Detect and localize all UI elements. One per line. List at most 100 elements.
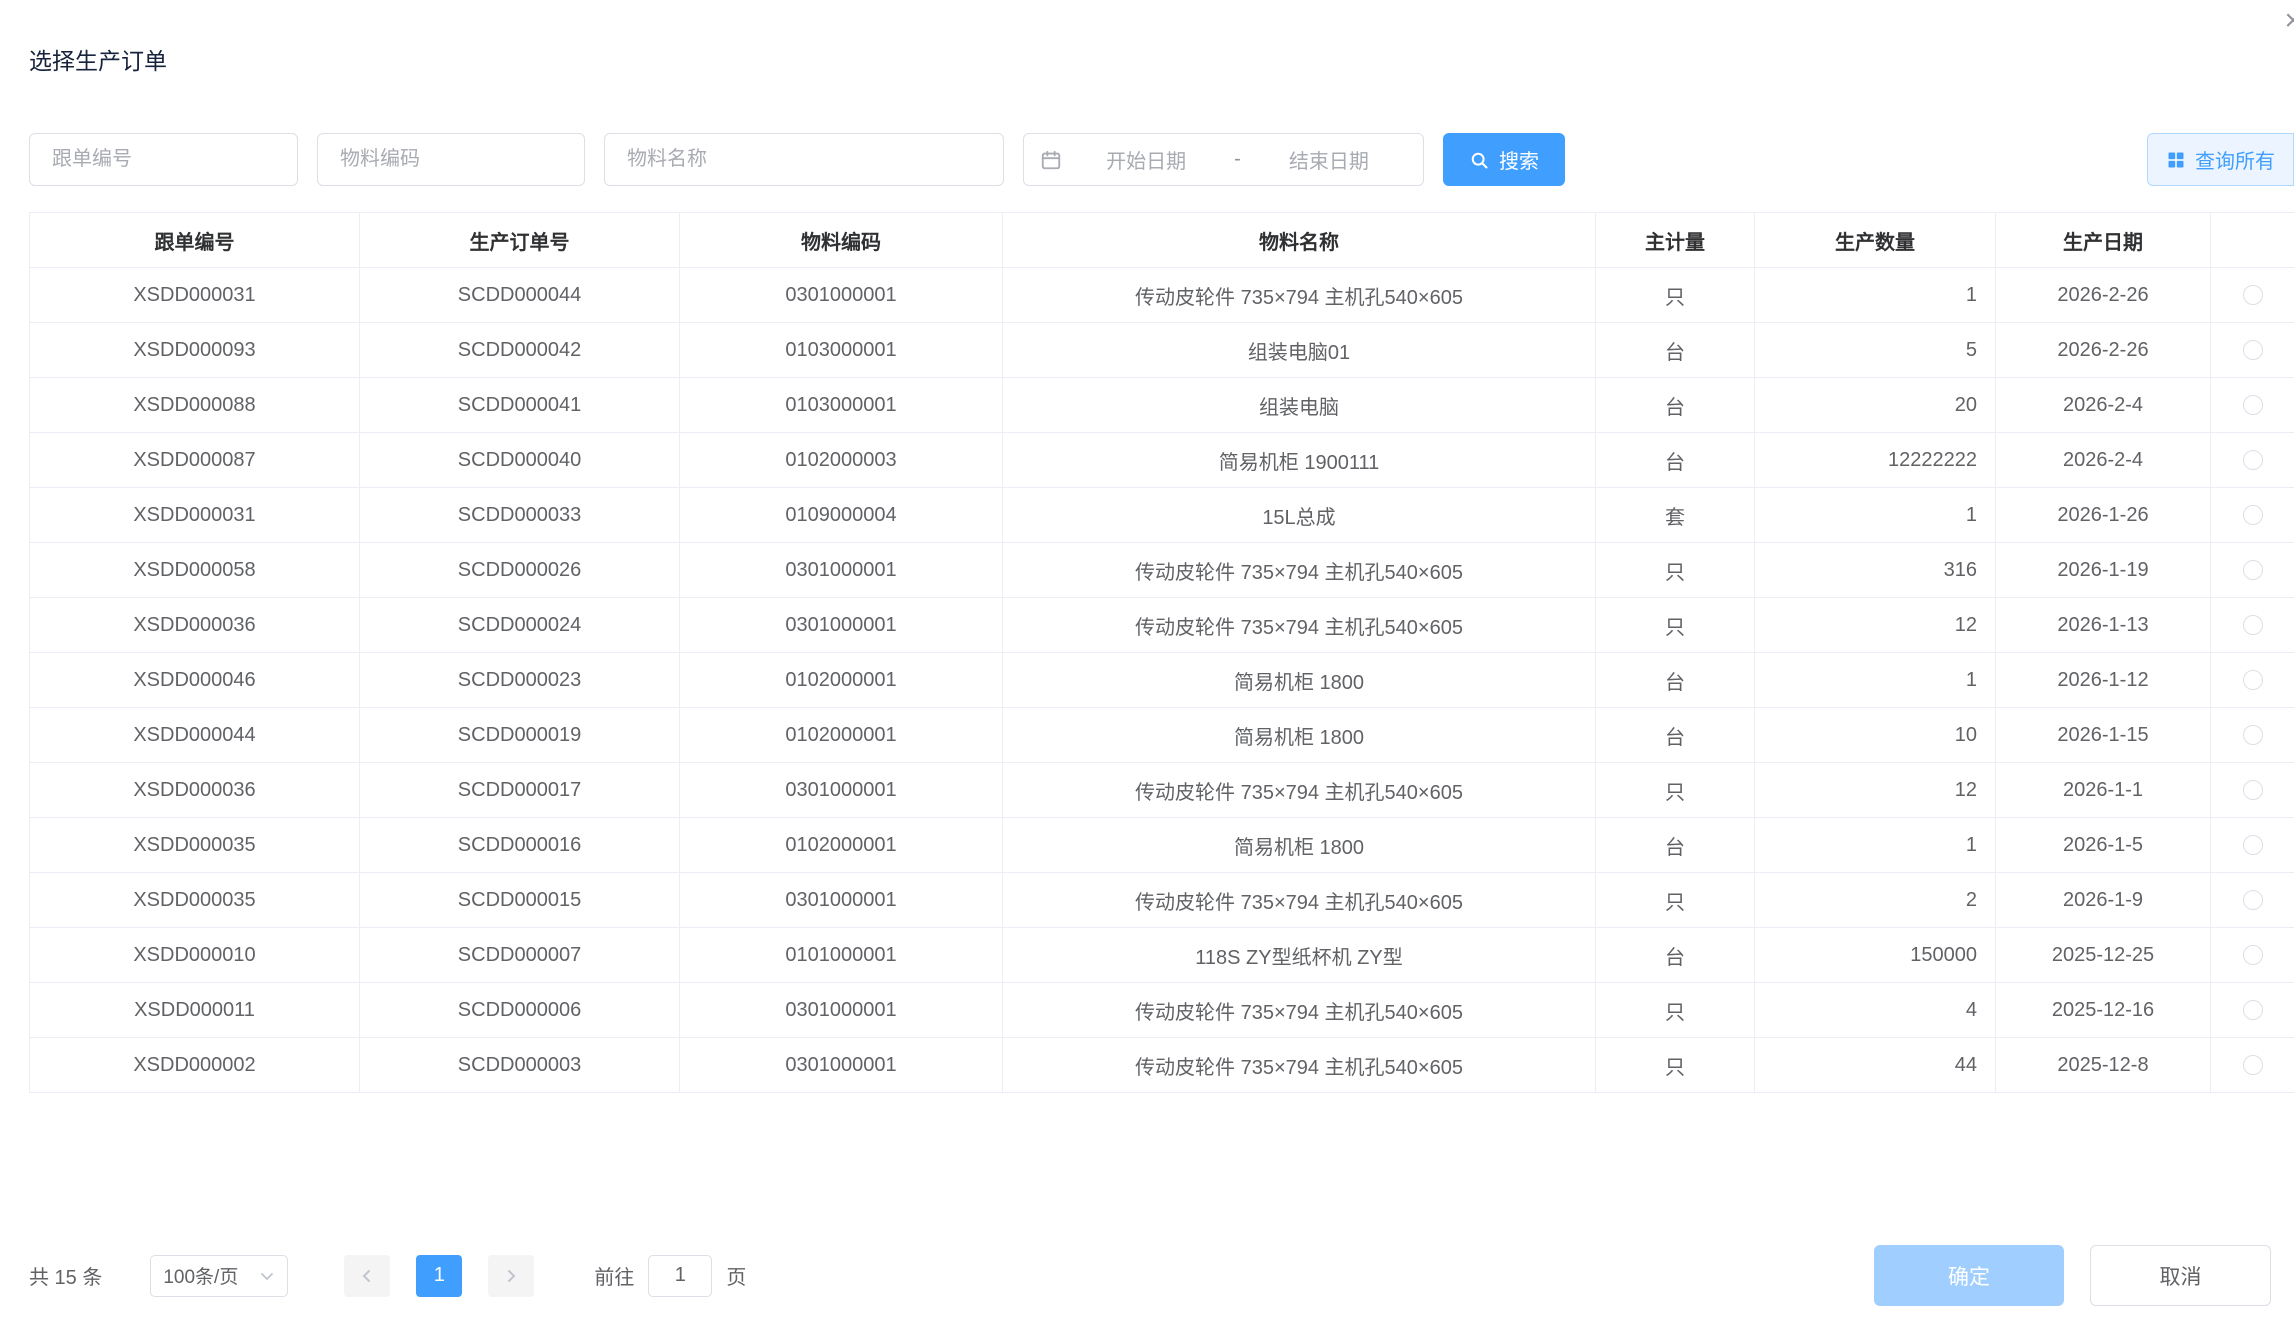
query-all-button[interactable]: 查询所有 xyxy=(2147,133,2294,186)
cell-order-no: XSDD000035 xyxy=(30,818,360,873)
search-button[interactable]: 搜索 xyxy=(1443,133,1565,186)
radio-cell xyxy=(2211,378,2294,433)
table-row[interactable]: XSDD000035SCDD0000160102000001简易机柜 1800台… xyxy=(30,818,2294,873)
material-name-input[interactable] xyxy=(604,133,1004,186)
cell-prod-order-no: SCDD000023 xyxy=(360,653,680,708)
cell-material-name: 传动皮轮件 735×794 主机孔540×605 xyxy=(1003,1038,1596,1093)
row-select-radio[interactable] xyxy=(2243,835,2263,855)
radio-cell xyxy=(2211,983,2294,1038)
cell-material-name: 15L总成 xyxy=(1003,488,1596,543)
cell-order-no: XSDD000010 xyxy=(30,928,360,983)
confirm-button[interactable]: 确定 xyxy=(1874,1245,2064,1306)
cell-date: 2026-2-4 xyxy=(1996,433,2211,488)
cell-material-name: 组装电脑01 xyxy=(1003,323,1596,378)
cell-prod-order-no: SCDD000026 xyxy=(360,543,680,598)
cell-qty: 1 xyxy=(1755,818,1996,873)
cell-date: 2026-2-26 xyxy=(1996,323,2211,378)
table-row[interactable]: XSDD000002SCDD0000030301000001传动皮轮件 735×… xyxy=(30,1038,2294,1093)
cell-date: 2026-1-26 xyxy=(1996,488,2211,543)
cell-material-name: 传动皮轮件 735×794 主机孔540×605 xyxy=(1003,598,1596,653)
page-number-1[interactable]: 1 xyxy=(416,1255,462,1297)
cell-order-no: XSDD000036 xyxy=(30,598,360,653)
radio-cell xyxy=(2211,323,2294,378)
table-row[interactable]: XSDD000031SCDD0000440301000001传动皮轮件 735×… xyxy=(30,268,2294,323)
row-select-radio[interactable] xyxy=(2243,890,2263,910)
cell-unit: 台 xyxy=(1596,708,1755,763)
row-select-radio[interactable] xyxy=(2243,340,2263,360)
cell-date: 2026-1-12 xyxy=(1996,653,2211,708)
table-row[interactable]: XSDD000036SCDD0000170301000001传动皮轮件 735×… xyxy=(30,763,2294,818)
cell-date: 2026-1-15 xyxy=(1996,708,2211,763)
cell-date: 2025-12-16 xyxy=(1996,983,2211,1038)
row-select-radio[interactable] xyxy=(2243,945,2263,965)
row-select-radio[interactable] xyxy=(2243,670,2263,690)
chevron-down-icon xyxy=(259,1268,275,1284)
row-select-radio[interactable] xyxy=(2243,1055,2263,1075)
cell-qty: 150000 xyxy=(1755,928,1996,983)
row-select-radio[interactable] xyxy=(2243,560,2263,580)
cell-unit: 只 xyxy=(1596,598,1755,653)
chevron-left-icon xyxy=(359,1268,375,1284)
cell-prod-order-no: SCDD000044 xyxy=(360,268,680,323)
cell-prod-order-no: SCDD000003 xyxy=(360,1038,680,1093)
cell-qty: 1 xyxy=(1755,268,1996,323)
prev-page-button[interactable] xyxy=(344,1255,390,1297)
cell-prod-order-no: SCDD000033 xyxy=(360,488,680,543)
row-select-radio[interactable] xyxy=(2243,1000,2263,1020)
order-table-header-row: 跟单编号生产订单号物料编码物料名称主计量生产数量生产日期 xyxy=(30,213,2294,268)
next-page-button[interactable] xyxy=(488,1255,534,1297)
row-select-radio[interactable] xyxy=(2243,780,2263,800)
table-row[interactable]: XSDD000036SCDD0000240301000001传动皮轮件 735×… xyxy=(30,598,2294,653)
radio-column-header xyxy=(2211,213,2294,268)
row-select-radio[interactable] xyxy=(2243,450,2263,470)
cell-material-name: 传动皮轮件 735×794 主机孔540×605 xyxy=(1003,873,1596,928)
radio-cell xyxy=(2211,818,2294,873)
table-row[interactable]: XSDD000058SCDD0000260301000001传动皮轮件 735×… xyxy=(30,543,2294,598)
cell-material-name: 简易机柜 1900111 xyxy=(1003,433,1596,488)
row-select-radio[interactable] xyxy=(2243,285,2263,305)
table-row[interactable]: XSDD000035SCDD0000150301000001传动皮轮件 735×… xyxy=(30,873,2294,928)
total-count-label: 共 15 条 xyxy=(29,1261,102,1290)
material-code-input[interactable] xyxy=(317,133,585,186)
table-row[interactable]: XSDD000031SCDD000033010900000415L总成套1202… xyxy=(30,488,2294,543)
close-icon[interactable]: × xyxy=(2284,6,2294,36)
cell-date: 2026-1-19 xyxy=(1996,543,2211,598)
page-size-select[interactable]: 100条/页 xyxy=(150,1255,288,1297)
start-date-placeholder: 开始日期 xyxy=(1068,145,1224,174)
cell-unit: 台 xyxy=(1596,653,1755,708)
table-row[interactable]: XSDD000044SCDD0000190102000001简易机柜 1800台… xyxy=(30,708,2294,763)
table-row[interactable]: XSDD000088SCDD0000410103000001组装电脑台20202… xyxy=(30,378,2294,433)
page-size-value: 100条/页 xyxy=(163,1262,238,1289)
radio-cell xyxy=(2211,433,2294,488)
cell-date: 2026-1-9 xyxy=(1996,873,2211,928)
table-row[interactable]: XSDD000010SCDD0000070101000001118S ZY型纸杯… xyxy=(30,928,2294,983)
cell-material-name: 简易机柜 1800 xyxy=(1003,653,1596,708)
column-header: 物料编码 xyxy=(680,213,1003,268)
cell-date: 2025-12-25 xyxy=(1996,928,2211,983)
docket-no-input[interactable] xyxy=(29,133,298,186)
cell-material-name: 传动皮轮件 735×794 主机孔540×605 xyxy=(1003,763,1596,818)
query-all-button-label: 查询所有 xyxy=(2195,145,2275,174)
cell-order-no: XSDD000031 xyxy=(30,488,360,543)
row-select-radio[interactable] xyxy=(2243,395,2263,415)
cell-unit: 套 xyxy=(1596,488,1755,543)
date-range-picker[interactable]: 开始日期 - 结束日期 xyxy=(1023,133,1424,186)
row-select-radio[interactable] xyxy=(2243,615,2263,635)
table-row[interactable]: XSDD000087SCDD0000400102000003简易机柜 19001… xyxy=(30,433,2294,488)
row-select-radio[interactable] xyxy=(2243,725,2263,745)
calendar-icon xyxy=(1040,149,1062,171)
table-row[interactable]: XSDD000011SCDD0000060301000001传动皮轮件 735×… xyxy=(30,983,2294,1038)
goto-page-input[interactable] xyxy=(648,1255,712,1297)
cell-order-no: XSDD000087 xyxy=(30,433,360,488)
radio-cell xyxy=(2211,543,2294,598)
cell-qty: 10 xyxy=(1755,708,1996,763)
cell-order-no: XSDD000002 xyxy=(30,1038,360,1093)
dialog-footer: 共 15 条 100条/页 1 xyxy=(29,1245,2271,1306)
cancel-button[interactable]: 取消 xyxy=(2090,1245,2271,1306)
row-select-radio[interactable] xyxy=(2243,505,2263,525)
cell-unit: 台 xyxy=(1596,928,1755,983)
cell-material-code: 0109000004 xyxy=(680,488,1003,543)
filter-bar: 开始日期 - 结束日期 搜索 查询所 xyxy=(29,133,2294,186)
table-row[interactable]: XSDD000093SCDD0000420103000001组装电脑01台520… xyxy=(30,323,2294,378)
table-row[interactable]: XSDD000046SCDD0000230102000001简易机柜 1800台… xyxy=(30,653,2294,708)
